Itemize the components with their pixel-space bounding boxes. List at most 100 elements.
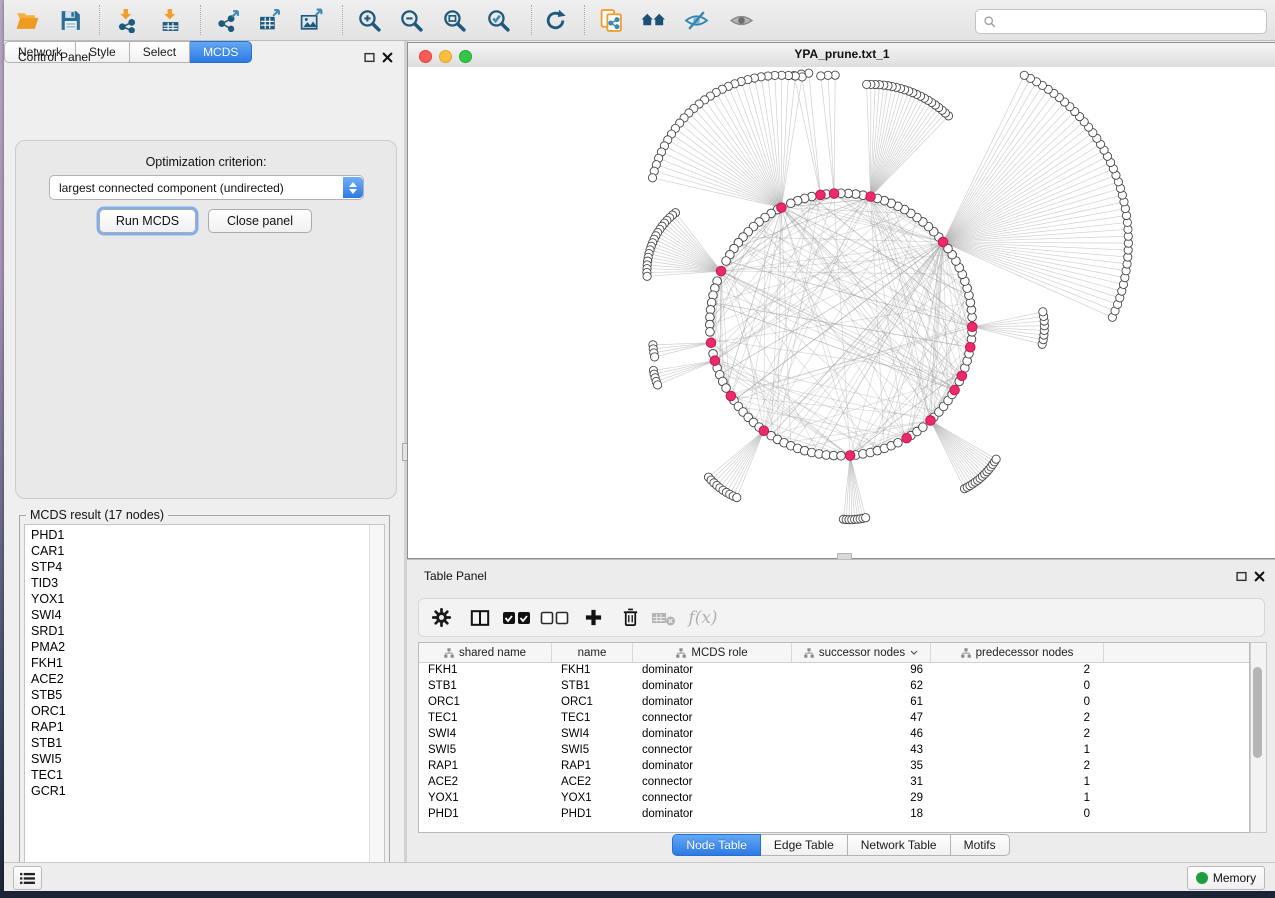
table-row[interactable]: SWI4SWI4dominator462 bbox=[419, 726, 1249, 742]
tab-node-table[interactable]: Node Table bbox=[672, 834, 761, 856]
ring-node[interactable] bbox=[894, 438, 903, 447]
table-row[interactable]: PHD1PHD1dominator180 bbox=[419, 806, 1249, 822]
mcds-hub-node[interactable] bbox=[816, 190, 826, 200]
export-image-button[interactable] bbox=[294, 4, 328, 36]
column-header-name[interactable]: name bbox=[552, 643, 633, 662]
tab-network-table[interactable]: Network Table bbox=[848, 834, 951, 856]
close-panel-icon[interactable] bbox=[381, 51, 394, 64]
zoom-in-button[interactable] bbox=[352, 4, 386, 36]
mcds-hub-node[interactable] bbox=[716, 266, 726, 276]
mcds-result-item[interactable]: RAP1 bbox=[25, 719, 369, 735]
close-panel-icon[interactable] bbox=[1253, 570, 1266, 583]
mcds-result-item[interactable]: STB1 bbox=[25, 735, 369, 751]
network-canvas[interactable] bbox=[408, 67, 1275, 558]
close-panel-button[interactable]: Close panel bbox=[208, 209, 312, 233]
select-all-rows-button[interactable] bbox=[499, 603, 535, 632]
mcds-hub-node[interactable] bbox=[967, 322, 977, 332]
import-table-button[interactable] bbox=[153, 4, 187, 36]
float-panel-icon[interactable] bbox=[363, 51, 376, 64]
table-row[interactable]: TEC1TEC1connector472 bbox=[419, 710, 1249, 726]
show-columns-button[interactable] bbox=[466, 603, 494, 632]
leaf-node[interactable] bbox=[654, 381, 662, 389]
mcds-hub-node[interactable] bbox=[845, 451, 855, 461]
mcds-hub-node[interactable] bbox=[726, 391, 736, 401]
copy-network-button[interactable] bbox=[594, 4, 628, 36]
float-panel-icon[interactable] bbox=[1235, 570, 1248, 583]
zoom-fit-button[interactable] bbox=[437, 4, 471, 36]
deselect-all-rows-button[interactable] bbox=[537, 603, 573, 632]
mcds-result-item[interactable]: PHD1 bbox=[25, 527, 369, 543]
table-row[interactable]: ACE2ACE2connector311 bbox=[419, 774, 1249, 790]
mcds-result-item[interactable]: FKH1 bbox=[25, 655, 369, 671]
network-window-titlebar[interactable]: YPA_prune.txt_1 bbox=[408, 43, 1275, 68]
function-builder-button-disabled[interactable]: f(x) bbox=[685, 603, 721, 632]
table-settings-button[interactable] bbox=[427, 603, 455, 632]
mcds-result-item[interactable]: STB5 bbox=[25, 687, 369, 703]
mcds-result-item[interactable]: ACE2 bbox=[25, 671, 369, 687]
leaf-node[interactable] bbox=[1039, 308, 1047, 316]
column-header-predecessor-nodes[interactable]: predecessor nodes bbox=[931, 643, 1104, 662]
search-field[interactable] bbox=[975, 9, 1267, 34]
mcds-result-item[interactable]: SWI5 bbox=[25, 751, 369, 767]
table-row[interactable]: FKH1FKH1dominator962 bbox=[419, 662, 1249, 678]
table-scrollbar-thumb[interactable] bbox=[1253, 667, 1262, 758]
hide-selected-button[interactable] bbox=[679, 4, 713, 36]
run-mcds-button[interactable]: Run MCDS bbox=[99, 209, 196, 233]
mcds-hub-node[interactable] bbox=[902, 433, 912, 443]
table-row[interactable]: SWI5SWI5connector431 bbox=[419, 742, 1249, 758]
tab-motifs[interactable]: Motifs bbox=[951, 834, 1010, 856]
delete-column-button[interactable] bbox=[616, 603, 644, 632]
table-row[interactable]: YOX1YOX1connector291 bbox=[419, 790, 1249, 806]
export-table-button[interactable] bbox=[252, 4, 286, 36]
mcds-result-item[interactable]: TEC1 bbox=[25, 767, 369, 783]
table-row[interactable]: RAP1RAP1dominator352 bbox=[419, 758, 1249, 774]
tab-mcds[interactable]: MCDS bbox=[190, 41, 252, 63]
search-input[interactable] bbox=[997, 10, 1266, 33]
tab-select[interactable]: Select bbox=[130, 41, 190, 63]
mcds-result-item[interactable]: SWI4 bbox=[25, 607, 369, 623]
mcds-result-item[interactable]: TID3 bbox=[25, 575, 369, 591]
ring-node[interactable] bbox=[706, 328, 715, 337]
leaf-node[interactable] bbox=[817, 72, 825, 80]
open-file-button[interactable] bbox=[10, 4, 44, 36]
mcds-result-item[interactable]: STP4 bbox=[25, 559, 369, 575]
leaf-node[interactable] bbox=[992, 455, 1000, 463]
ring-node[interactable] bbox=[722, 257, 731, 266]
criterion-select[interactable]: largest connected component (undirected) bbox=[49, 175, 364, 200]
mcds-hub-node[interactable] bbox=[829, 189, 839, 199]
leaf-node[interactable] bbox=[733, 493, 741, 501]
mcds-hub-node[interactable] bbox=[957, 371, 967, 381]
memory-button[interactable]: Memory bbox=[1187, 866, 1265, 890]
mcds-hub-node[interactable] bbox=[759, 426, 769, 436]
import-network-button[interactable] bbox=[109, 4, 143, 36]
mcds-result-item[interactable]: ORC1 bbox=[25, 703, 369, 719]
mcds-hub-node[interactable] bbox=[926, 416, 936, 426]
ring-node[interactable] bbox=[786, 199, 795, 208]
table-row[interactable]: ORC1ORC1dominator610 bbox=[419, 694, 1249, 710]
create-column-button[interactable] bbox=[579, 603, 607, 632]
mcds-result-list[interactable]: PHD1CAR1STP4TID3YOX1SWI4SRD1PMA2FKH1ACE2… bbox=[24, 524, 385, 874]
mcds-result-item[interactable]: YOX1 bbox=[25, 591, 369, 607]
ring-node[interactable] bbox=[837, 451, 846, 460]
column-header-successor-nodes[interactable]: successor nodes bbox=[792, 643, 931, 662]
export-network-button[interactable] bbox=[211, 4, 245, 36]
mcds-hub-node[interactable] bbox=[777, 203, 787, 213]
mcds-hub-node[interactable] bbox=[710, 356, 720, 366]
leaf-node[interactable] bbox=[643, 272, 651, 280]
mcds-result-item[interactable]: SRD1 bbox=[25, 623, 369, 639]
zoom-selected-button[interactable] bbox=[481, 4, 515, 36]
table-row[interactable]: STB1STB1dominator620 bbox=[419, 678, 1249, 694]
column-header-MCDS-role[interactable]: MCDS role bbox=[633, 643, 792, 662]
leaf-node[interactable] bbox=[1020, 71, 1028, 79]
table-scrollbar[interactable] bbox=[1250, 642, 1267, 833]
ring-node[interactable] bbox=[919, 423, 928, 432]
tab-edge-table[interactable]: Edge Table bbox=[761, 834, 848, 856]
leaf-node[interactable] bbox=[863, 80, 871, 88]
node-table[interactable]: shared namenameMCDS rolesuccessor nodesp… bbox=[418, 642, 1250, 833]
mcds-hub-node[interactable] bbox=[938, 237, 948, 247]
mcds-result-item[interactable]: GCR1 bbox=[25, 783, 369, 799]
first-neighbors-button[interactable] bbox=[636, 4, 670, 36]
mcds-hub-node[interactable] bbox=[866, 192, 876, 202]
leaf-node[interactable] bbox=[862, 514, 870, 522]
leaf-node[interactable] bbox=[651, 353, 659, 361]
